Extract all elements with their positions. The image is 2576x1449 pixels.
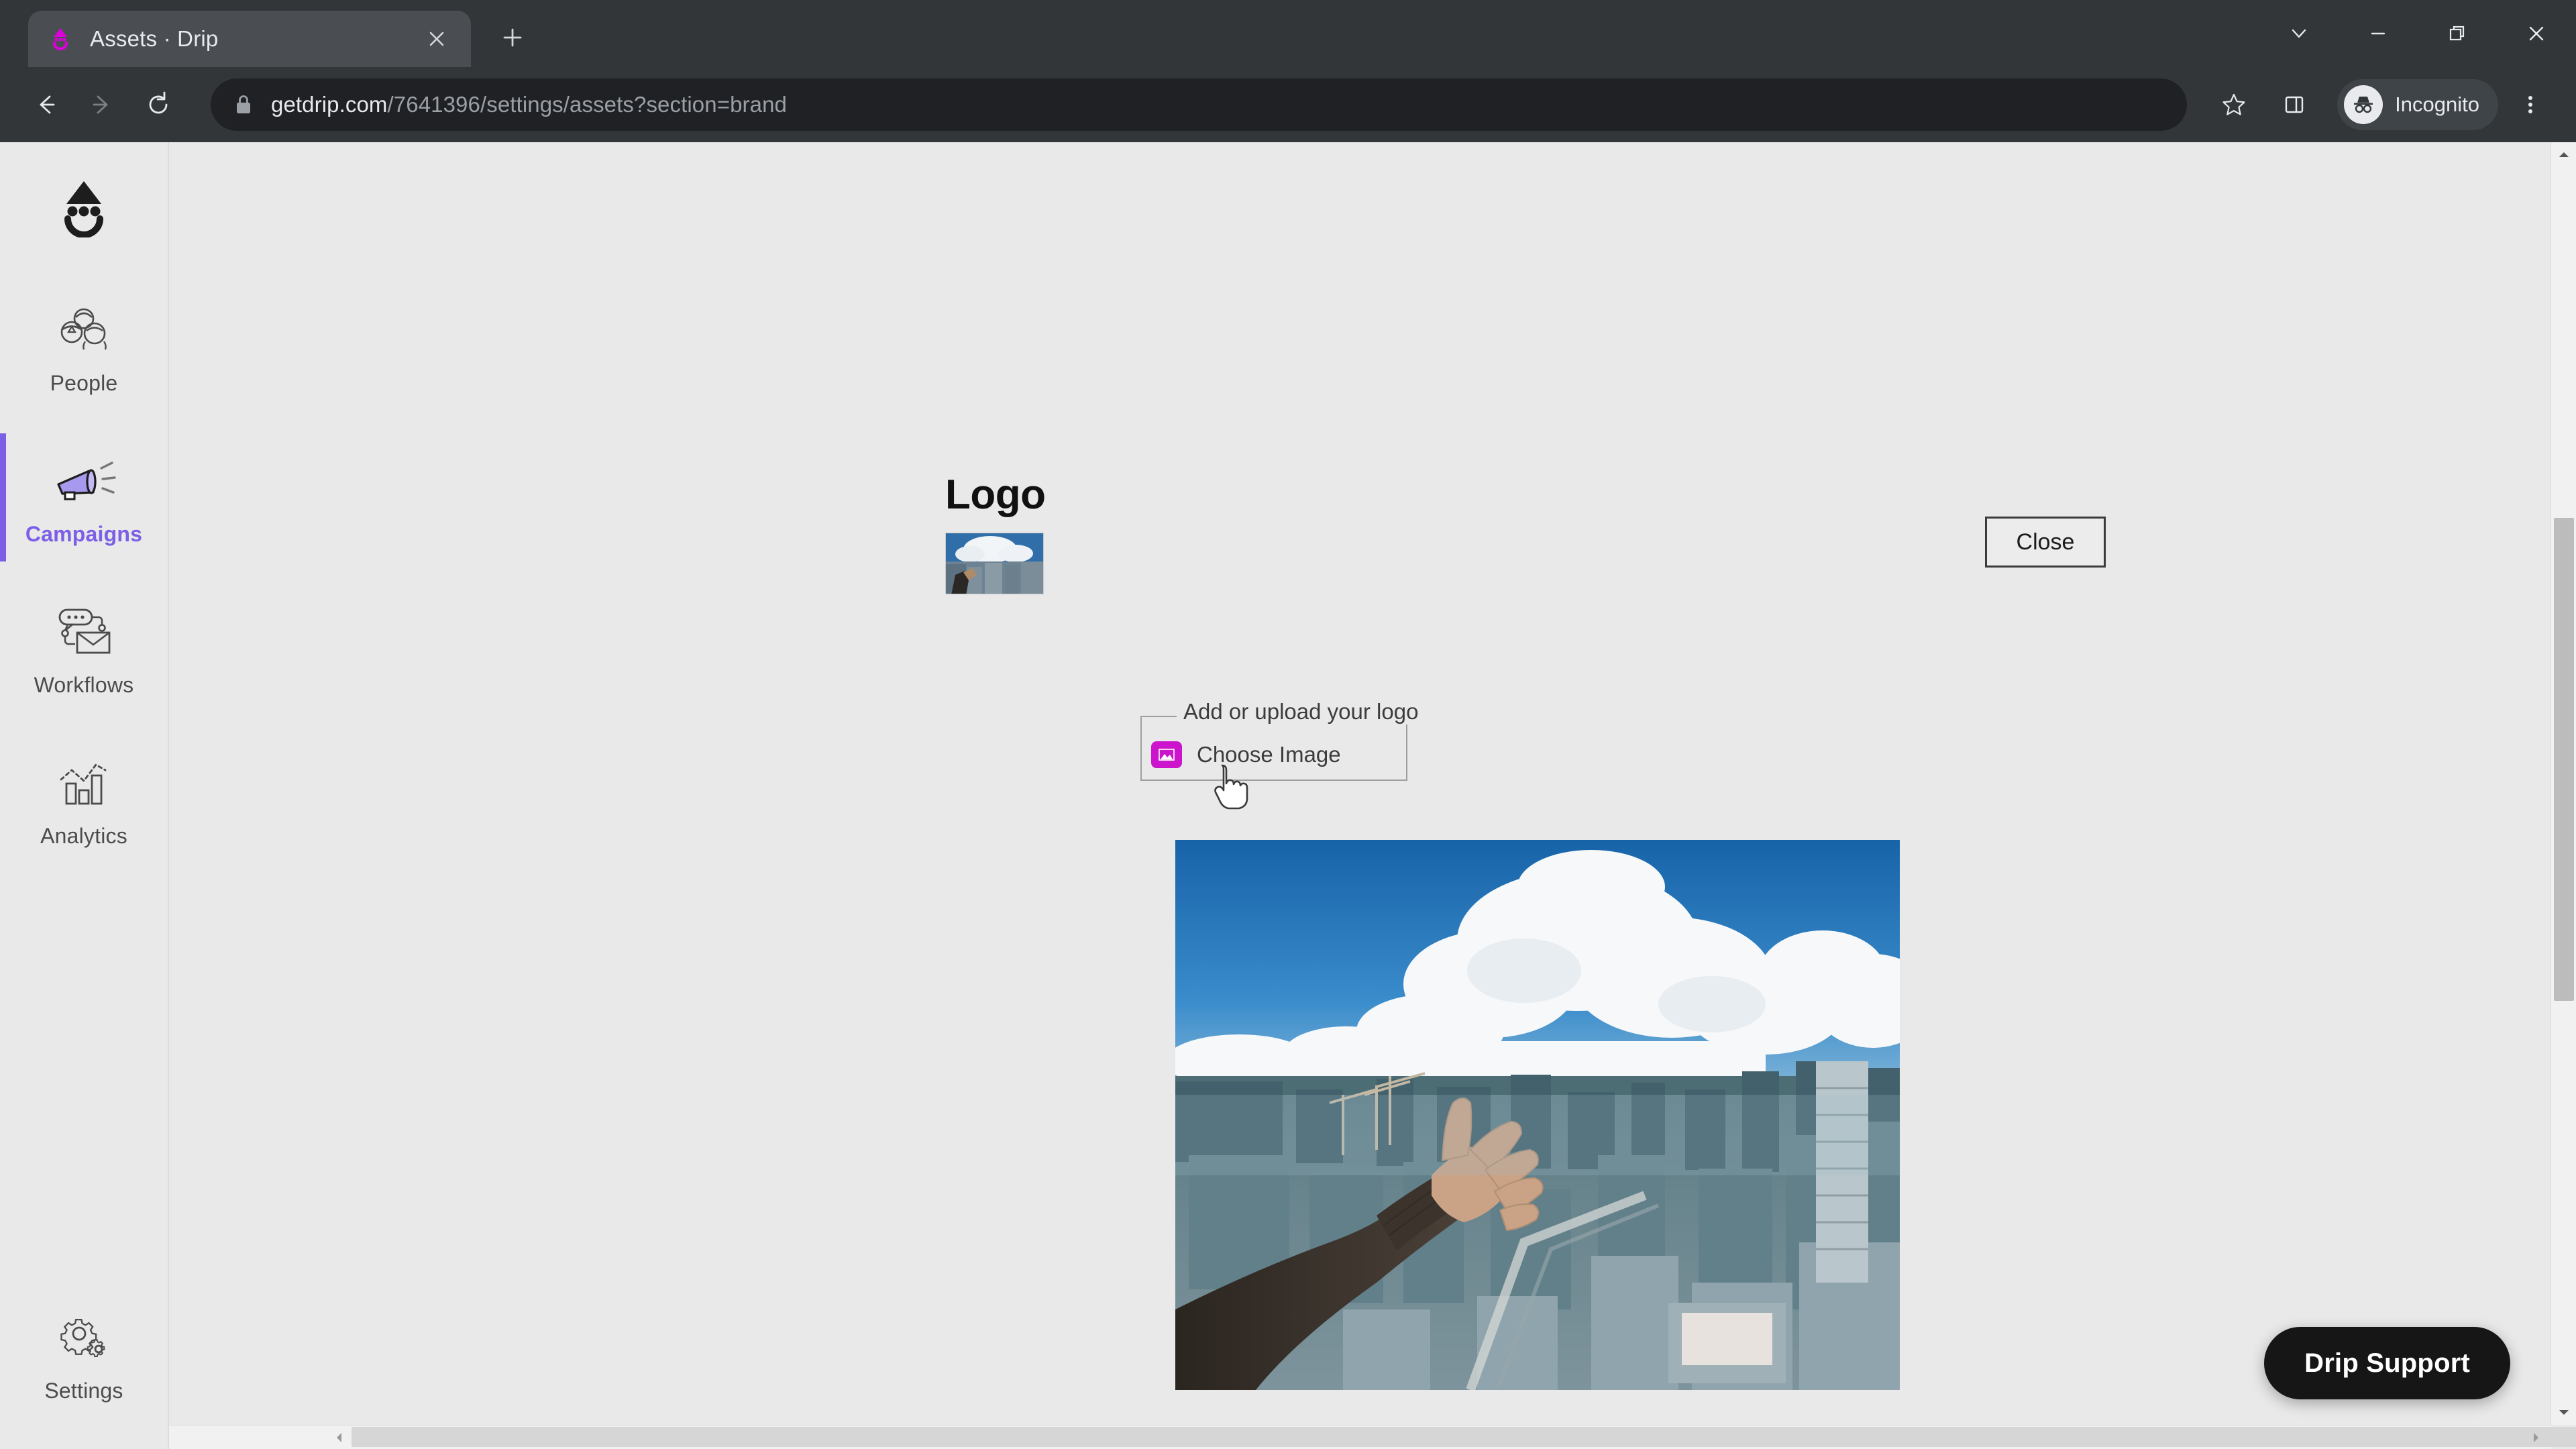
gears-icon bbox=[52, 1307, 116, 1365]
workflow-chat-mail-icon bbox=[50, 602, 117, 659]
back-button[interactable] bbox=[17, 76, 74, 133]
sidebar-item-workflows[interactable]: Workflows bbox=[0, 584, 168, 712]
url-path: /7641396/settings/assets?section=brand bbox=[387, 92, 787, 117]
tab-title: Assets · Drip bbox=[90, 26, 219, 51]
url-domain: getdrip.com bbox=[271, 92, 388, 117]
url-text: getdrip.com/7641396/settings/assets?sect… bbox=[271, 92, 787, 117]
incognito-indicator[interactable]: Incognito bbox=[2337, 79, 2498, 130]
logo-upload-legend: Add or upload your logo bbox=[1177, 699, 1426, 724]
bookmark-star-icon[interactable] bbox=[2206, 76, 2262, 133]
sidebar-item-label: Settings bbox=[44, 1379, 123, 1403]
minimize-button[interactable] bbox=[2339, 0, 2418, 67]
forward-button[interactable] bbox=[74, 76, 130, 133]
address-bar[interactable]: getdrip.com/7641396/settings/assets?sect… bbox=[211, 78, 2188, 131]
window-controls bbox=[2259, 0, 2576, 67]
page-viewport: People Campaigns Workflows Analytics Set… bbox=[0, 142, 2576, 1449]
choose-image-label: Choose Image bbox=[1197, 742, 1341, 767]
lock-icon bbox=[233, 93, 254, 116]
restore-button[interactable] bbox=[2418, 0, 2497, 67]
browser-toolbar: getdrip.com/7641396/settings/assets?sect… bbox=[0, 67, 2576, 142]
vertical-scrollbar-thumb[interactable] bbox=[2554, 518, 2574, 1001]
scroll-left-arrow-icon[interactable] bbox=[327, 1426, 352, 1449]
logo-thumbnail[interactable] bbox=[945, 533, 1044, 594]
bar-chart-icon bbox=[52, 753, 116, 810]
choose-image-button[interactable]: Choose Image bbox=[1151, 741, 1341, 768]
incognito-label: Incognito bbox=[2395, 93, 2479, 116]
browser-tab[interactable]: Assets · Drip bbox=[28, 11, 471, 67]
sidebar-item-label: Campaigns bbox=[25, 522, 143, 546]
tab-search-button[interactable] bbox=[2259, 0, 2339, 67]
sidebar-item-label: Workflows bbox=[34, 673, 134, 697]
people-group-icon bbox=[52, 300, 116, 358]
sidebar-item-settings[interactable]: Settings bbox=[0, 1290, 168, 1418]
browser-window: Assets · Drip getdrip.com/7641396/settin… bbox=[0, 0, 2576, 1449]
tab-close-icon[interactable] bbox=[420, 22, 453, 56]
close-window-button[interactable] bbox=[2497, 0, 2576, 67]
drip-droplet-smiley-logo[interactable] bbox=[50, 170, 117, 241]
side-panel-icon[interactable] bbox=[2266, 76, 2322, 133]
reload-button[interactable] bbox=[130, 76, 186, 133]
scroll-up-arrow-icon[interactable] bbox=[2551, 142, 2576, 168]
logo-preview-image[interactable] bbox=[1175, 840, 1900, 1390]
horizontal-scrollbar[interactable] bbox=[169, 1425, 2576, 1449]
horizontal-scrollbar-thumb[interactable] bbox=[352, 1427, 2576, 1447]
app-sidebar: People Campaigns Workflows Analytics Set… bbox=[0, 142, 169, 1449]
sidebar-item-label: People bbox=[50, 371, 118, 395]
sidebar-item-campaigns[interactable]: Campaigns bbox=[0, 433, 168, 561]
megaphone-icon bbox=[49, 451, 119, 508]
drip-droplet-favicon bbox=[46, 24, 75, 54]
sidebar-item-people[interactable]: People bbox=[0, 282, 168, 411]
image-picture-icon bbox=[1151, 741, 1182, 768]
vertical-scrollbar[interactable] bbox=[2551, 142, 2576, 1425]
sidebar-item-analytics[interactable]: Analytics bbox=[0, 735, 168, 863]
main-content: Logo Close Add or upload your logo Choos… bbox=[169, 142, 2576, 1449]
three-dot-menu-icon[interactable] bbox=[2502, 76, 2559, 133]
logo-section-title: Logo bbox=[945, 472, 1046, 518]
new-tab-button[interactable] bbox=[488, 13, 537, 62]
logo-upload-fieldset: Add or upload your logo Choose Image bbox=[1140, 699, 1426, 781]
close-button[interactable]: Close bbox=[1985, 517, 2106, 568]
scroll-right-arrow-icon[interactable] bbox=[2524, 1426, 2548, 1449]
tab-strip: Assets · Drip bbox=[0, 0, 2576, 67]
drip-support-button[interactable]: Drip Support bbox=[2264, 1327, 2510, 1399]
incognito-hat-glasses-icon bbox=[2344, 85, 2383, 124]
sidebar-item-label: Analytics bbox=[40, 824, 127, 848]
scroll-down-arrow-icon[interactable] bbox=[2551, 1399, 2576, 1425]
